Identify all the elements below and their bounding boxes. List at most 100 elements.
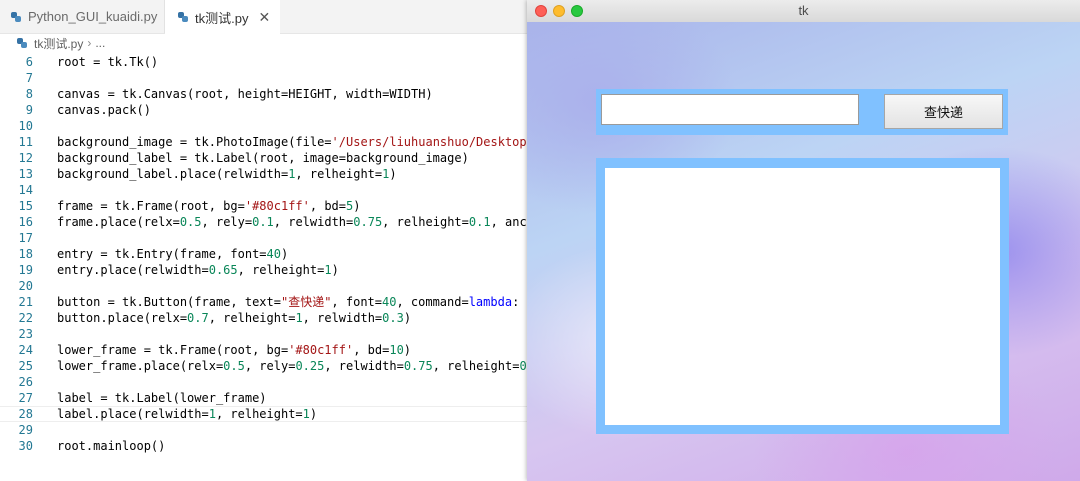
- code-line[interactable]: 20: [0, 278, 540, 294]
- code-token: , relheight=: [215, 407, 303, 421]
- code-token: canvas.pack(): [57, 103, 151, 117]
- code-line[interactable]: 29: [0, 422, 540, 438]
- result-label: [605, 168, 1000, 425]
- code-token: 0.3: [382, 311, 404, 325]
- code-text: button.place(relx=0.7, relheight=1, relw…: [57, 310, 411, 326]
- code-token: 0.1: [468, 215, 491, 229]
- breadcrumb-file[interactable]: tk测试.py: [34, 35, 83, 52]
- line-number: 14: [18, 183, 33, 197]
- code-token: label = tk.Label(lower_frame): [57, 391, 267, 405]
- tk-window: tk 查快递: [527, 0, 1080, 481]
- code-line[interactable]: 19 entry.place(relwidth=0.65, relheight=1…: [0, 262, 540, 278]
- code-line[interactable]: 21 button = tk.Button(frame, text="查快递", …: [0, 294, 540, 310]
- code-line[interactable]: 7: [0, 70, 540, 86]
- code-text: entry = tk.Entry(frame, font=40): [57, 246, 288, 262]
- line-number: 6: [25, 55, 33, 69]
- code-line[interactable]: 13 background_label.place(relwidth=1, rel…: [0, 166, 540, 182]
- tab-label: Python_GUI_kuaidi.py: [28, 9, 158, 24]
- code-token: 40: [382, 295, 397, 309]
- code-line[interactable]: 25 lower_frame.place(relx=0.5, rely=0.25,…: [0, 358, 540, 374]
- code-token: 1: [295, 311, 303, 325]
- line-number: 18: [18, 247, 33, 261]
- lower-frame: [596, 158, 1009, 434]
- code-token: , rely=: [201, 215, 253, 229]
- tab-label: tk测试.py: [195, 10, 249, 26]
- code-token: canvas = tk.Canvas(root, height=HEIGHT, …: [57, 87, 433, 101]
- code-line[interactable]: 11 background_image = tk.PhotoImage(file=…: [0, 134, 540, 150]
- code-token: , relheight=: [208, 311, 296, 325]
- code-line[interactable]: 17: [0, 230, 540, 246]
- line-number: 7: [25, 71, 33, 85]
- code-text: lower_frame = tk.Frame(root, bg='#80c1ff…: [57, 342, 411, 358]
- line-number: 27: [18, 391, 33, 405]
- code-token: background_label.place(relwidth=: [57, 167, 289, 181]
- code-text: frame = tk.Frame(root, bg='#80c1ff', bd=…: [57, 198, 360, 214]
- code-token: ): [403, 311, 412, 325]
- line-number: 15: [18, 199, 33, 213]
- code-token: 0.5: [179, 215, 202, 229]
- background-image: 查快递: [527, 22, 1080, 481]
- code-token: ): [331, 263, 339, 277]
- code-line[interactable]: 12 background_label = tk.Label(root, imag…: [0, 150, 540, 166]
- code-token: background_image = tk.PhotoImage(file=: [57, 135, 332, 149]
- code-line[interactable]: 22 button.place(relx=0.7, relheight=1, re…: [0, 310, 540, 326]
- line-number: 10: [18, 119, 33, 133]
- query-express-button[interactable]: 查快递: [884, 94, 1003, 129]
- window-title: tk: [798, 3, 809, 18]
- code-line[interactable]: 18 entry = tk.Entry(frame, font=40): [0, 246, 540, 262]
- code-line[interactable]: 28 label.place(relwidth=1, relheight=1): [0, 406, 540, 422]
- code-token: entry.place(relwidth=: [57, 263, 209, 277]
- code-token: , bd=: [353, 343, 390, 357]
- code-token: , relwidth=: [302, 311, 383, 325]
- code-text: background_label.place(relwidth=1, relhe…: [57, 166, 397, 182]
- code-line[interactable]: 15 frame = tk.Frame(root, bg='#80c1ff', b…: [0, 198, 540, 214]
- code-line[interactable]: 10: [0, 118, 540, 134]
- code-line[interactable]: 24 lower_frame = tk.Frame(root, bg='#80c1…: [0, 342, 540, 358]
- top-frame: 查快递: [596, 89, 1008, 135]
- window-titlebar[interactable]: tk: [527, 0, 1080, 23]
- code-text: root.mainloop(): [57, 438, 165, 454]
- line-number: 22: [18, 311, 33, 325]
- code-token: , relheight=: [295, 167, 383, 181]
- code-token: 0.75: [403, 359, 433, 373]
- code-line[interactable]: 8 canvas = tk.Canvas(root, height=HEIGHT,…: [0, 86, 540, 102]
- code-line[interactable]: 16 frame.place(relx=0.5, rely=0.1, relwid…: [0, 214, 540, 230]
- code-text: root = tk.Tk(): [57, 54, 158, 70]
- code-token: , bd=: [309, 199, 346, 213]
- line-number: 19: [18, 263, 33, 277]
- code-token: lambda: [468, 295, 513, 309]
- tracking-number-input[interactable]: [601, 94, 859, 125]
- code-token: ): [309, 407, 318, 421]
- breadcrumb-rest[interactable]: ...: [95, 36, 105, 50]
- code-token: 10: [389, 343, 404, 357]
- close-icon[interactable]: ✕: [258, 9, 270, 26]
- code-line[interactable]: 26: [0, 374, 540, 390]
- line-number: 29: [18, 423, 33, 437]
- code-token: 1: [302, 407, 310, 421]
- code-line[interactable]: 27 label = tk.Label(lower_frame): [0, 390, 540, 406]
- code-line[interactable]: 14: [0, 182, 540, 198]
- code-token: '/Users/liuhuanshuo/Desktop/bg1.pr: [331, 135, 540, 149]
- code-token: 0.5: [223, 359, 245, 373]
- tab-tk-test[interactable]: tk测试.py ✕: [165, 0, 280, 34]
- code-token: entry = tk.Entry(frame, font=: [57, 247, 267, 261]
- code-text: label.place(relwidth=1, relheight=1): [57, 407, 317, 421]
- code-area[interactable]: 6 root = tk.Tk() 7 8 canvas = tk.Canvas(root…: [0, 53, 540, 481]
- code-line[interactable]: 6 root = tk.Tk(): [0, 54, 540, 70]
- code-text: button = tk.Button(frame, text="查快递", fo…: [57, 294, 540, 310]
- code-token: lower_frame.place(relx=: [57, 359, 224, 373]
- code-token: button = tk.Button(frame, text=: [57, 295, 281, 309]
- code-token: lower_frame = tk.Frame(root, bg=: [57, 343, 289, 357]
- code-token: , relwidth=: [273, 215, 354, 229]
- code-line[interactable]: 23: [0, 326, 540, 342]
- code-text: canvas.pack(): [57, 102, 151, 118]
- line-number: 17: [18, 231, 33, 245]
- code-line[interactable]: 30 root.mainloop(): [0, 438, 540, 454]
- tab-python-gui-kuaidi[interactable]: Python_GUI_kuaidi.py: [0, 0, 165, 33]
- code-token: 0.7: [187, 311, 209, 325]
- code-text: label = tk.Label(lower_frame): [57, 390, 267, 406]
- code-token: , command=: [396, 295, 469, 309]
- code-line[interactable]: 9 canvas.pack(): [0, 102, 540, 118]
- code-token: root = tk.Tk(): [57, 55, 159, 69]
- code-token: 0.65: [208, 263, 238, 277]
